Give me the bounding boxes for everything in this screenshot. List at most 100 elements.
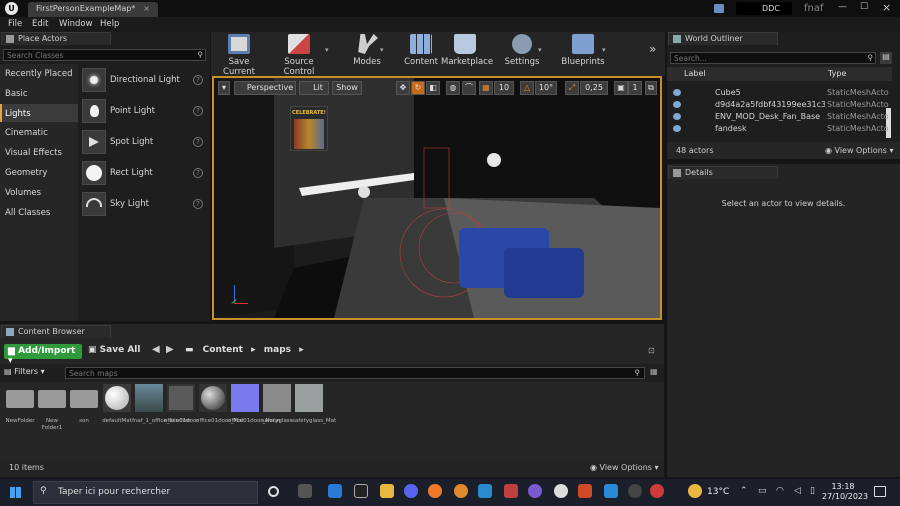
help-icon[interactable]: ? bbox=[193, 106, 203, 116]
chevron-right-icon[interactable]: ▸ bbox=[299, 345, 304, 355]
network-icon[interactable]: ▭ bbox=[758, 486, 767, 496]
texture-asset[interactable] bbox=[263, 384, 291, 412]
collections-icon[interactable]: ▦ bbox=[650, 367, 658, 376]
category-recently-placed[interactable]: Recently Placed bbox=[5, 69, 72, 79]
source-control-dropdown-icon[interactable]: ▾ bbox=[325, 46, 329, 54]
material-asset[interactable] bbox=[199, 384, 227, 412]
task-view-icon[interactable] bbox=[268, 486, 279, 497]
scale-snap-value[interactable]: 0,25 bbox=[580, 81, 608, 95]
surface-snap-icon[interactable]: ⌒ bbox=[462, 81, 476, 95]
chrome-icon[interactable] bbox=[650, 484, 664, 498]
outliner-row[interactable]: ENV_MOD_Desk_Fan_Base StaticMeshActor bbox=[669, 111, 893, 123]
category-visual-effects[interactable]: Visual Effects bbox=[5, 148, 62, 158]
app-icon[interactable] bbox=[528, 484, 542, 498]
breadcrumb-content[interactable]: Content bbox=[203, 345, 243, 355]
save-current-button[interactable]: Save Current bbox=[215, 33, 263, 77]
place-actors-tab[interactable]: Place Actors bbox=[1, 32, 111, 45]
windows-start-icon[interactable] bbox=[10, 487, 21, 498]
class-search-input[interactable]: Search Classes ⚲ bbox=[3, 49, 206, 61]
maximize-icon[interactable]: ☐ bbox=[860, 2, 868, 12]
maximize-viewport-icon[interactable]: ⧉ bbox=[645, 81, 657, 95]
wifi-icon[interactable]: ◠ bbox=[776, 486, 784, 496]
app-icon[interactable] bbox=[504, 484, 518, 498]
weather-icon[interactable] bbox=[688, 484, 702, 498]
scale-snap-icon[interactable]: ⤢ bbox=[565, 81, 579, 95]
spot-light-item[interactable]: Spot Light ? bbox=[82, 130, 207, 156]
scale-mode-icon[interactable]: ◧ bbox=[426, 81, 440, 95]
save-all-button[interactable]: ▣ Save All bbox=[88, 345, 140, 355]
outliner-row[interactable]: Cube5 StaticMeshActor bbox=[669, 87, 893, 99]
menu-file[interactable]: File bbox=[8, 19, 22, 29]
obs-icon[interactable] bbox=[628, 484, 642, 498]
source-control-button[interactable]: Source Control bbox=[268, 33, 330, 77]
history-forward-icon[interactable]: ▶ bbox=[166, 344, 174, 355]
visibility-eye-icon[interactable] bbox=[673, 89, 681, 96]
add-import-button[interactable]: ▆ Add/Import ▾ bbox=[4, 344, 82, 366]
notifications-icon[interactable] bbox=[874, 486, 886, 497]
search-icon[interactable]: ⚲ bbox=[198, 50, 204, 59]
app-icon[interactable] bbox=[478, 484, 492, 498]
epic-games-icon[interactable] bbox=[354, 484, 368, 498]
rect-light-item[interactable]: Rect Light ? bbox=[82, 161, 207, 187]
visibility-eye-icon[interactable] bbox=[673, 125, 681, 132]
system-tray-icon[interactable]: ⌃ bbox=[740, 486, 748, 496]
help-icon[interactable]: ? bbox=[193, 199, 203, 209]
history-back-icon[interactable]: ◀ bbox=[152, 344, 160, 355]
rotation-snap-icon[interactable]: △ bbox=[520, 81, 534, 95]
texture-asset[interactable] bbox=[135, 384, 163, 412]
app-icon[interactable] bbox=[604, 484, 618, 498]
modes-dropdown-icon[interactable]: ▾ bbox=[380, 46, 384, 54]
help-icon[interactable]: ? bbox=[193, 137, 203, 147]
ddc-indicator[interactable]: DDC bbox=[736, 2, 792, 15]
visibility-eye-icon[interactable] bbox=[673, 113, 681, 120]
perspective-button[interactable]: Perspective bbox=[234, 81, 296, 95]
breadcrumb-maps[interactable]: maps bbox=[264, 345, 291, 355]
search-icon[interactable]: ⚲ bbox=[868, 53, 874, 62]
label-column-header[interactable]: Label bbox=[684, 69, 706, 78]
category-volumes[interactable]: Volumes bbox=[5, 188, 41, 198]
volume-icon[interactable]: ◁ bbox=[794, 486, 801, 496]
mail-icon[interactable] bbox=[328, 484, 342, 498]
category-basic[interactable]: Basic bbox=[5, 89, 28, 99]
help-icon[interactable]: ? bbox=[193, 75, 203, 85]
folder-asset[interactable] bbox=[70, 384, 98, 412]
sky-light-item[interactable]: Sky Light ? bbox=[82, 192, 207, 218]
battery-icon[interactable]: ▯ bbox=[810, 486, 815, 496]
category-geometry[interactable]: Geometry bbox=[5, 168, 47, 178]
rotate-mode-icon[interactable]: ↻ bbox=[411, 81, 425, 95]
file-explorer-icon[interactable] bbox=[380, 484, 394, 498]
translate-mode-icon[interactable]: ✥ bbox=[396, 81, 410, 95]
rotation-snap-value[interactable]: 10° bbox=[535, 81, 557, 95]
category-all-classes[interactable]: All Classes bbox=[5, 208, 50, 218]
chevron-right-icon[interactable]: ▸ bbox=[251, 345, 256, 355]
content-button[interactable]: Content bbox=[402, 33, 440, 73]
show-button[interactable]: Show bbox=[332, 81, 362, 95]
directional-light-item[interactable]: Directional Light ? bbox=[82, 68, 207, 94]
lock-icon[interactable]: ⊡ bbox=[648, 346, 655, 355]
firefox-icon[interactable] bbox=[428, 484, 442, 498]
widgets-icon[interactable] bbox=[298, 484, 312, 498]
app-icon[interactable] bbox=[578, 484, 592, 498]
normal-map-asset[interactable] bbox=[231, 384, 259, 412]
outliner-row[interactable]: d9d4a2a5fdbf43199ee31c3d0b StaticMeshAct… bbox=[669, 99, 893, 111]
visibility-eye-icon[interactable] bbox=[673, 101, 681, 108]
asset-search-input[interactable]: Search maps ⚲ bbox=[65, 367, 645, 379]
unreal-logo-icon[interactable]: U bbox=[5, 2, 18, 15]
outliner-row[interactable]: fandesk StaticMeshActor bbox=[669, 123, 893, 135]
unreal-engine-icon[interactable] bbox=[554, 484, 568, 498]
camera-speed-icon[interactable]: ▣ bbox=[614, 81, 628, 95]
close-tab-icon[interactable]: × bbox=[143, 4, 150, 13]
menu-window[interactable]: Window bbox=[59, 19, 93, 29]
material-asset[interactable] bbox=[103, 384, 131, 412]
texture-asset[interactable] bbox=[167, 384, 195, 412]
type-column-header[interactable]: Type bbox=[828, 69, 846, 78]
clock[interactable]: 13:18 27/10/2023 bbox=[822, 482, 868, 502]
toolbar-overflow-icon[interactable]: » bbox=[649, 42, 656, 56]
marketplace-button[interactable]: Marketplace bbox=[441, 33, 493, 73]
point-light-item[interactable]: Point Light ? bbox=[82, 99, 207, 125]
content-view-options[interactable]: ◉ View Options ▾ bbox=[590, 463, 659, 472]
level-viewport[interactable]: CELEBRATE! bbox=[212, 76, 662, 320]
outliner-search-input[interactable]: Search... ⚲ bbox=[670, 52, 876, 64]
blueprints-button[interactable]: Blueprints bbox=[560, 33, 606, 73]
content-browser-tab[interactable]: Content Browser bbox=[1, 325, 111, 338]
